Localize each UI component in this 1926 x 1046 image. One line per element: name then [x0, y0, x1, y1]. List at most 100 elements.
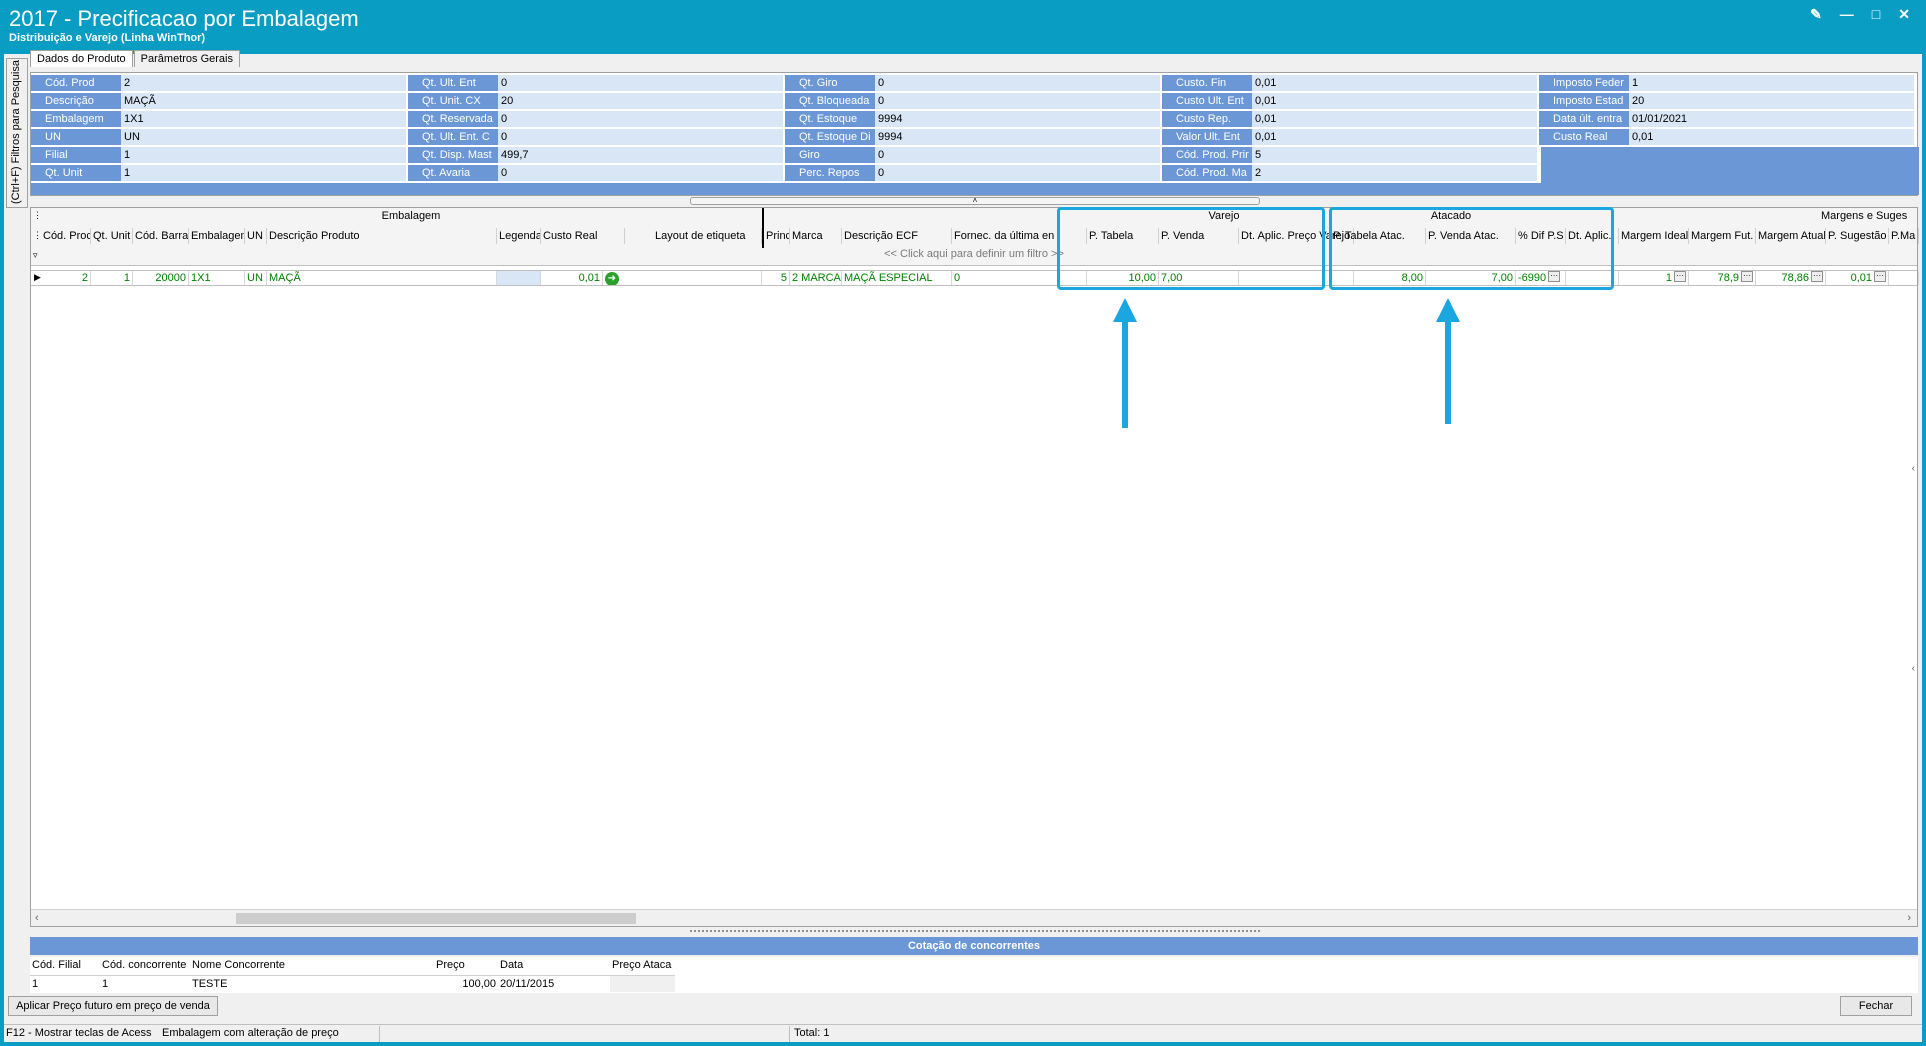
margem-fut-value: 78,9 — [1717, 272, 1739, 284]
info-label: Giro — [785, 147, 875, 164]
scroll-left-marker-icon-2[interactable]: ‹ — [1912, 663, 1915, 674]
comp-col-nome[interactable]: Nome Concorrente — [190, 957, 434, 974]
margem-atual-ellipsis-button[interactable]: ··· — [1811, 271, 1823, 282]
info-value: 1 — [121, 165, 406, 182]
info-row: Qt. Disp. Mast 499,7 — [408, 147, 783, 164]
col-p-ma[interactable]: P.Ma — [1889, 228, 1919, 244]
grid-splitter[interactable] — [690, 930, 1260, 934]
info-label: Cód. Prod. Prir — [1162, 147, 1252, 164]
cell-descricao[interactable]: MAÇÃ — [267, 271, 497, 285]
margem-atual-value: 78,86 — [1781, 272, 1809, 284]
minimize-button[interactable]: — — [1840, 6, 1854, 23]
col-descricao-ecf[interactable]: Descrição ECF — [842, 228, 952, 244]
cell-margem-atual[interactable]: 78,86 ··· — [1756, 271, 1826, 285]
info-value: UN — [121, 129, 406, 146]
col-marca[interactable]: Marca — [790, 228, 842, 244]
apply-future-price-button[interactable]: Aplicar Preço futuro em preço de venda — [8, 996, 218, 1016]
horizontal-scrollbar[interactable]: ‹ › — [31, 909, 1917, 926]
comp-cell-concorrente[interactable]: 1 — [100, 975, 190, 992]
info-value: 0 — [875, 93, 1160, 110]
close-window-button[interactable]: ✕ — [1898, 6, 1910, 23]
competitors-table: Cód. Filial Cód. concorrente Nome Concor… — [30, 957, 1918, 993]
filter-hint[interactable]: << Click aqui para definir um filtro >> — [31, 248, 1917, 264]
cell-qt-unit[interactable]: 1 — [91, 271, 133, 285]
info-row: Cód. Prod. Ma 2 — [1162, 165, 1537, 182]
cell-marca[interactable]: 2 MARCA — [790, 271, 842, 285]
maximize-button[interactable]: □ — [1872, 6, 1880, 23]
col-p-sugestao[interactable]: P. Sugestão — [1826, 228, 1889, 244]
cell-cod-prod[interactable]: 2 — [41, 271, 91, 285]
grid-header: ⋮ ⋮ ▿ Embalagem Varejo Atacado Margens e… — [31, 208, 1919, 266]
cell-custo-real[interactable]: 0,01 — [541, 271, 603, 285]
cell-margem-fut[interactable]: 78,9 ··· — [1689, 271, 1756, 285]
comp-cell-nome[interactable]: TESTE — [190, 975, 434, 992]
col-un[interactable]: UN — [245, 228, 267, 244]
comp-cell-data[interactable]: 20/11/2015 — [498, 975, 610, 992]
col-cod-barra[interactable]: Cód. Barra — [133, 228, 189, 244]
comp-cell-preco-atacado[interactable] — [610, 975, 675, 992]
col-margem-fut[interactable]: Margem Fut. — [1689, 228, 1756, 244]
col-embalagem[interactable]: Embalagen — [189, 228, 245, 244]
col-cod-prod[interactable]: Cód. Proc — [41, 228, 91, 244]
scroll-right-icon[interactable]: › — [1907, 912, 1911, 924]
cell-p-sugestao[interactable]: 0,01 ··· — [1826, 271, 1889, 285]
cell-descricao-ecf[interactable]: MAÇÃ ESPECIAL — [842, 271, 952, 285]
comp-col-data[interactable]: Data — [498, 957, 610, 974]
info-value: 0 — [498, 111, 783, 128]
tab-dados-produto[interactable]: Dados do Produto — [30, 50, 133, 67]
cell-cod-barra[interactable]: 20000 — [133, 271, 189, 285]
info-row: Perc. Repos 0 — [785, 165, 1160, 182]
info-row: Qt. Reservada 0 — [408, 111, 783, 128]
col-margem-atual[interactable]: Margem Atual — [1756, 228, 1826, 244]
cell-un[interactable]: UN — [245, 271, 267, 285]
col-margem-ideal[interactable]: Margem Ideal — [1619, 228, 1689, 244]
scroll-left-icon[interactable]: ‹ — [35, 912, 39, 924]
margem-fut-ellipsis-button[interactable]: ··· — [1741, 271, 1753, 282]
col-custo-real[interactable]: Custo Real — [541, 228, 625, 244]
comp-col-preco[interactable]: Preço — [434, 957, 498, 974]
status-message: Embalagem com alteração de preço — [162, 1027, 339, 1039]
info-value: 0,01 — [1252, 93, 1537, 110]
col-qt-unit[interactable]: Qt. Unit — [91, 228, 133, 244]
info-row: Imposto Feder 1 — [1539, 75, 1914, 92]
cell-margem-ideal[interactable]: 1 ··· — [1619, 271, 1689, 285]
info-value: 0 — [498, 129, 783, 146]
info-label: Cód. Prod. Ma — [1162, 165, 1252, 182]
col-legenda[interactable]: Legenda — [497, 228, 541, 244]
panel-splitter[interactable]: ˄ — [690, 197, 1260, 205]
band-embalagem: Embalagem — [381, 210, 441, 222]
col-princ[interactable]: Princ. — [764, 228, 790, 244]
col-layout-etiqueta[interactable]: Layout de etiqueta — [625, 228, 762, 244]
table-row[interactable]: ▶ 2 1 20000 1X1 UN MAÇÃ 0,01 ➜ 5 2 MARCA… — [31, 270, 1919, 286]
info-row: Qt. Avaria 0 — [408, 165, 783, 182]
comp-cell-filial[interactable]: 1 — [30, 975, 100, 992]
edit-icon[interactable]: ✎ — [1810, 6, 1822, 23]
info-value: 2 — [121, 75, 406, 92]
cell-p-ma[interactable] — [1889, 271, 1919, 285]
comp-col-preco-atacado[interactable]: Preço Ataca — [610, 957, 675, 974]
col-descricao[interactable]: Descrição Produto — [267, 228, 497, 244]
info-row: Qt. Giro 0 — [785, 75, 1160, 92]
close-button[interactable]: Fechar — [1840, 996, 1912, 1016]
info-value: 0 — [875, 165, 1160, 182]
p-sugestao-ellipsis-button[interactable]: ··· — [1874, 271, 1886, 282]
info-row: Data últ. entra 01/01/2021 — [1539, 111, 1914, 128]
info-value: 0,01 — [1252, 111, 1537, 128]
product-info-panel: Cód. Prod 2 Descrição MAÇÃ Embalagem 1X1 UN UN F… — [30, 72, 1919, 196]
margem-ideal-ellipsis-button[interactable]: ··· — [1674, 271, 1686, 282]
info-label: Descrição — [31, 93, 121, 110]
info-label: Qt. Ult. Ent — [408, 75, 498, 92]
status-divider-2 — [789, 1026, 790, 1042]
cell-embalagem[interactable]: 1X1 — [189, 271, 245, 285]
cell-legenda[interactable] — [497, 271, 541, 285]
scroll-left-marker-icon[interactable]: ‹ — [1912, 463, 1915, 474]
layout-action-button[interactable]: ➜ — [603, 271, 625, 285]
comp-col-concorrente[interactable]: Cód. concorrente — [100, 957, 190, 974]
cell-layout-etiqueta[interactable] — [625, 271, 762, 285]
comp-cell-preco[interactable]: 100,00 — [434, 975, 498, 992]
comp-col-filial[interactable]: Cód. Filial — [30, 957, 100, 974]
tab-parametros-gerais[interactable]: Parâmetros Gerais — [133, 50, 240, 67]
scrollbar-thumb[interactable] — [236, 913, 636, 924]
cell-princ[interactable]: 5 — [764, 271, 790, 285]
search-filters-side-tab[interactable]: (Ctrl+F) Filtros para Pesquisa — [6, 58, 28, 208]
